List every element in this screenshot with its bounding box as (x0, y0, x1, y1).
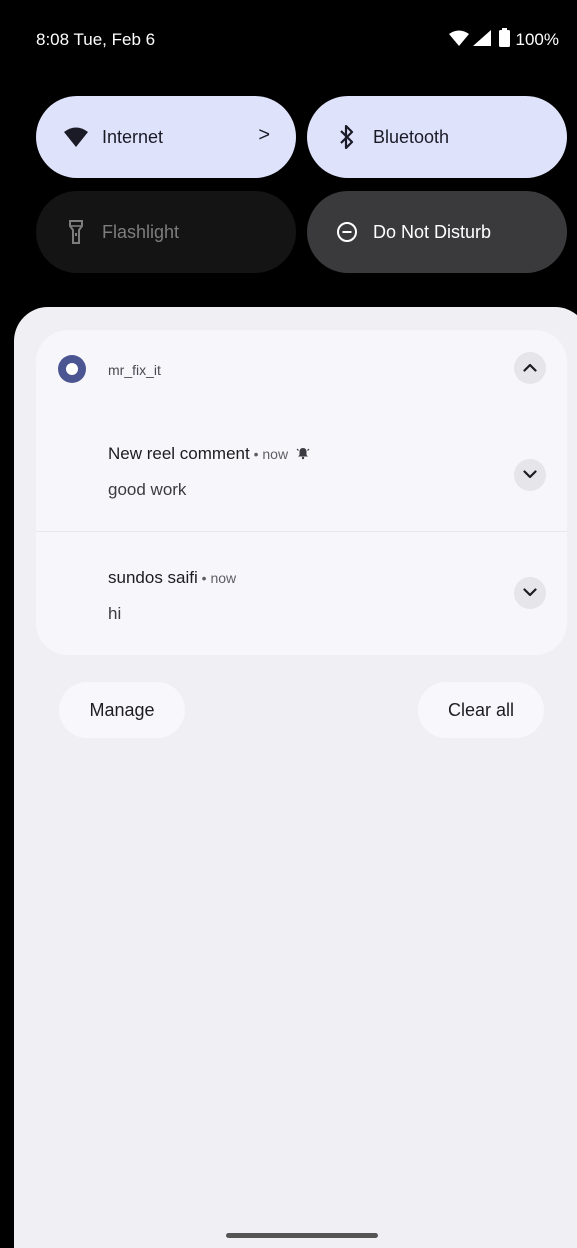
tile-do-not-disturb[interactable]: Do Not Disturb (307, 191, 567, 273)
expand-notification-button[interactable] (514, 577, 546, 609)
notification-time: • now (249, 446, 292, 462)
manage-button[interactable]: Manage (59, 682, 185, 738)
tile-bluetooth-label: Bluetooth (373, 126, 450, 147)
chevron-right-icon: > (258, 124, 270, 146)
status-bar: 8:08 Tue, Feb 6 100% (0, 0, 577, 80)
notification-time: • now (197, 570, 237, 586)
app-name: mr_fix_it (108, 362, 161, 378)
notification-item[interactable]: New reel comment • now good work (36, 408, 567, 531)
wifi-icon (448, 30, 469, 51)
battery-percentage: 100% (515, 30, 559, 49)
flashlight-icon (64, 220, 88, 244)
status-time-date: 8:08 Tue, Feb 6 (36, 30, 156, 49)
status-icons: 100% (448, 28, 559, 52)
notification-item[interactable]: sundos saifi • now hi (36, 532, 567, 655)
bluetooth-icon (335, 125, 359, 149)
tile-flashlight-label: Flashlight (102, 221, 180, 242)
wifi-icon (64, 125, 88, 149)
tile-internet[interactable]: Internet > (36, 96, 296, 178)
notification-title-line: New reel comment • now (108, 444, 310, 465)
clear-all-button[interactable]: Clear all (418, 682, 544, 738)
collapse-group-button[interactable] (514, 352, 546, 384)
notification-group-header[interactable]: mr_fix_it (36, 330, 567, 408)
notification-title: New reel comment (108, 444, 250, 463)
chevron-down-icon (523, 466, 537, 484)
battery-icon (498, 28, 510, 52)
notification-title-line: sundos saifi • now (108, 568, 236, 588)
cell-signal-icon (472, 29, 491, 51)
tile-do-not-disturb-label: Do Not Disturb (373, 221, 492, 242)
tile-internet-label: Internet (102, 126, 164, 147)
do-not-disturb-icon (335, 220, 359, 244)
notification-shade-screen: 8:08 Tue, Feb 6 100% Internet > Bluetoot… (0, 0, 577, 1248)
chevron-down-icon (523, 584, 537, 602)
app-icon (58, 355, 86, 383)
notification-text: good work (108, 480, 187, 499)
expand-notification-button[interactable] (514, 459, 546, 491)
home-gesture-bar[interactable] (226, 1233, 378, 1238)
tile-bluetooth[interactable]: Bluetooth (307, 96, 567, 178)
tile-flashlight[interactable]: Flashlight (36, 191, 296, 273)
notification-text: hi (108, 604, 122, 623)
notification-title: sundos saifi (108, 568, 198, 587)
notification-group-card[interactable]: mr_fix_it New reel comment • now good wo… (36, 330, 567, 655)
alerted-bell-icon (296, 445, 310, 465)
chevron-up-icon (523, 359, 537, 377)
